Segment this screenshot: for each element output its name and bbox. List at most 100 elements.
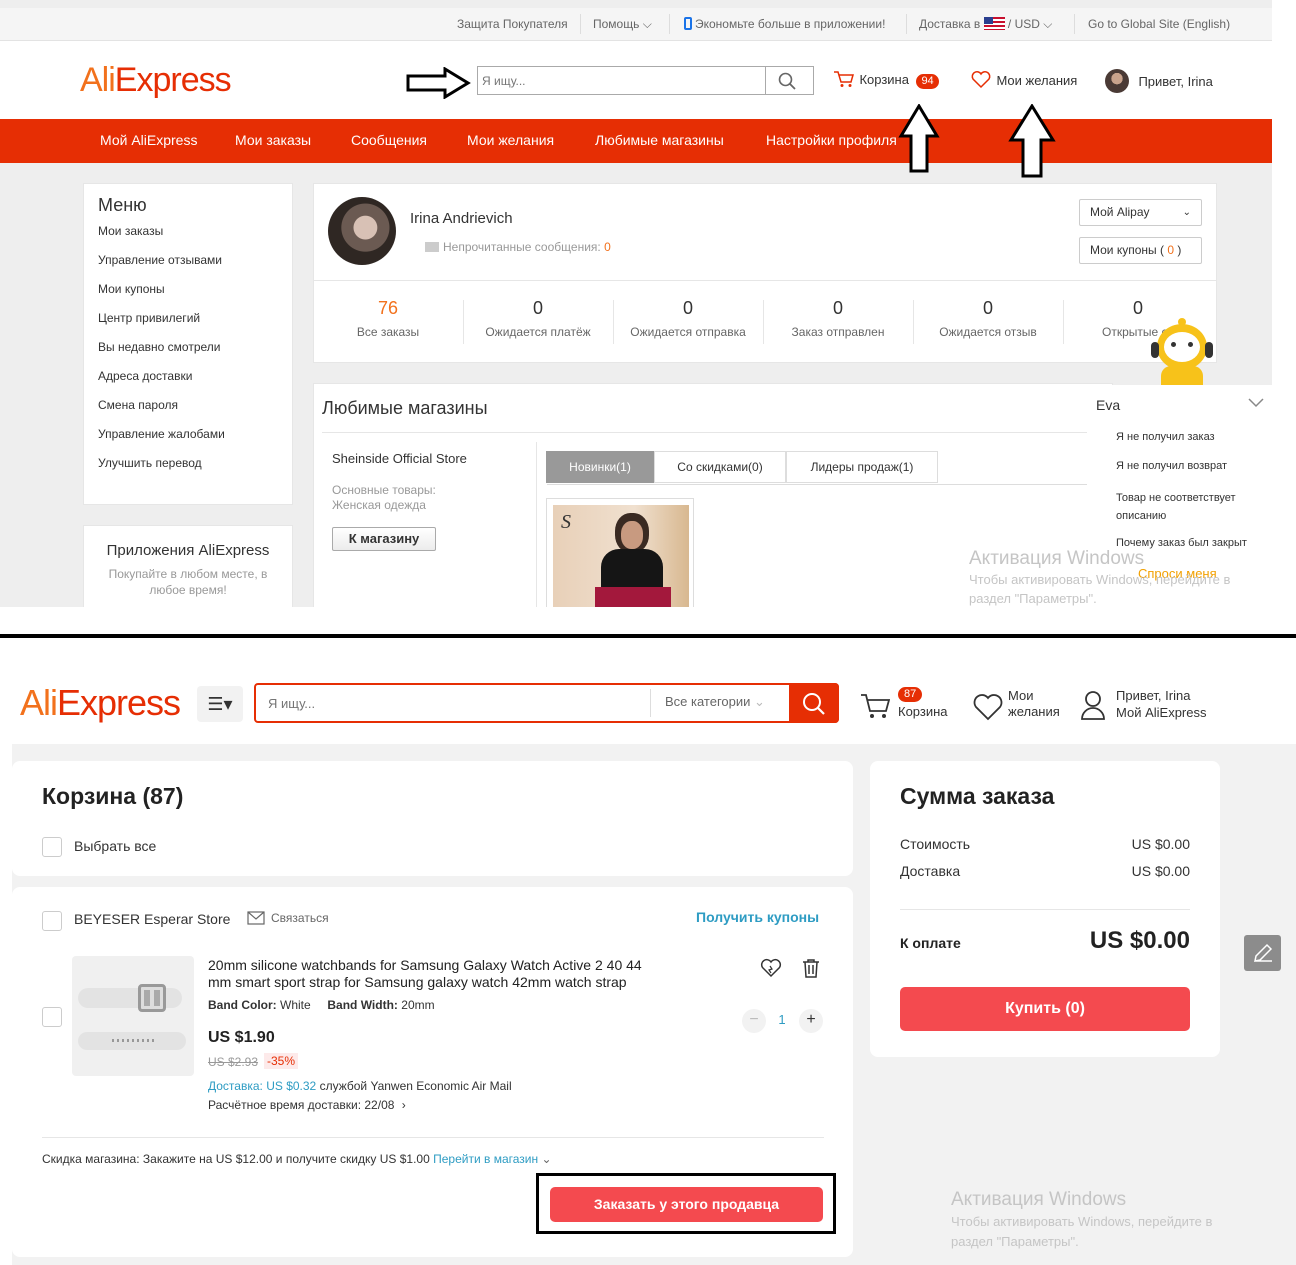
bottom-screenshot: AliExpress ☰▾ Все категории ⌄ 87 Корзина…: [0, 640, 1296, 1265]
wishlist-link[interactable]: Мои желания: [971, 688, 1066, 728]
tab-discounted[interactable]: Со скидками(0): [654, 451, 786, 483]
search-input[interactable]: [268, 693, 638, 713]
stat-shipped[interactable]: 0 Заказ отправлен: [763, 298, 913, 339]
nav-profile-settings[interactable]: Настройки профиля: [766, 132, 897, 148]
menu-title: Меню: [98, 195, 147, 215]
menu-item-translation[interactable]: Улучшить перевод: [98, 456, 202, 470]
buy-button[interactable]: Купить (0): [900, 987, 1190, 1031]
summary-title: Сумма заказа: [900, 783, 1055, 809]
store-name[interactable]: Sheinside Official Store: [332, 451, 467, 466]
apps-card[interactable]: Приложения AliExpress Покупайте в любом …: [83, 525, 293, 607]
store-cart-card: BEYESER Esperar Store Связаться Получить…: [12, 887, 853, 1257]
move-to-wishlist-heart-icon[interactable]: [760, 958, 782, 978]
tab-new-arrivals[interactable]: Новинки(1): [546, 451, 654, 483]
nav-wishlist[interactable]: Мои желания: [467, 132, 554, 148]
windows-activation-line1: Чтобы активировать Windows, перейдите в: [969, 572, 1231, 587]
search-icon[interactable]: [778, 72, 796, 90]
app-promo-link[interactable]: Экономьте больше в приложении!: [684, 17, 885, 31]
cart-icon: [834, 71, 854, 87]
wishlist-link[interactable]: Мои желания: [970, 70, 1077, 90]
help-item-no-order[interactable]: Я не получил заказ: [1116, 431, 1215, 443]
us-flag-icon: [983, 17, 1005, 30]
alipay-dropdown[interactable]: Мой Alipay ⌄: [1079, 199, 1202, 226]
go-to-store-link[interactable]: Перейти в магазин: [433, 1152, 538, 1166]
side-menu: Меню Мои заказы Управление отзывами Мои …: [83, 183, 293, 505]
menu-item-addresses[interactable]: Адреса доставки: [98, 369, 192, 383]
store-discount-text: Скидка магазина: Закажите на US $12.00 и…: [42, 1152, 552, 1166]
select-all-checkbox[interactable]: [42, 837, 62, 857]
order-from-seller-button[interactable]: Заказать у этого продавца: [550, 1187, 823, 1222]
cart-link[interactable]: 87 Корзина: [858, 686, 958, 726]
to-store-button[interactable]: К магазину: [332, 527, 436, 551]
profile-name: Irina Andrievich: [410, 210, 513, 227]
ship-to-selector[interactable]: Доставка в / USD ⌵: [919, 17, 1052, 32]
total-label: К оплате: [900, 935, 961, 951]
menu-item-password[interactable]: Смена пароля: [98, 398, 178, 412]
unread-messages[interactable]: Непрочитанные сообщения: 0: [425, 240, 611, 254]
store-checkbox[interactable]: [42, 911, 62, 931]
product-image[interactable]: [72, 956, 194, 1076]
nav-favorite-stores[interactable]: Любимые магазины: [595, 132, 724, 148]
envelope-icon: [247, 911, 265, 925]
categories-menu-icon[interactable]: ☰▾: [197, 686, 243, 722]
assistant-robot-icon[interactable]: [1151, 318, 1213, 388]
nav-my-orders[interactable]: Мои заказы: [235, 132, 311, 148]
help-link[interactable]: Помощь ⌵: [593, 17, 652, 32]
nav-messages[interactable]: Сообщения: [351, 132, 427, 148]
account-link[interactable]: Привет, Irina: [1105, 69, 1213, 93]
help-item-no-refund[interactable]: Я не получил возврат: [1116, 460, 1227, 472]
stat-all-orders[interactable]: 76 Все заказы: [313, 298, 463, 339]
my-coupons-button[interactable]: Мои купоны ( 0 ): [1079, 237, 1202, 264]
aliexpress-logo[interactable]: AliExpress: [20, 682, 181, 724]
shipping-label: Доставка: [900, 863, 961, 879]
product-title[interactable]: 20mm silicone watchbands for Samsung Gal…: [208, 957, 642, 991]
menu-item-disputes[interactable]: Управление жалобами: [98, 427, 225, 441]
windows-activation-title: Активация Windows: [951, 1189, 1127, 1210]
stat-awaiting-review[interactable]: 0 Ожидается отзыв: [913, 298, 1063, 339]
search-button[interactable]: [789, 683, 839, 723]
cart-header-card: Корзина (87) Выбрать все: [12, 761, 853, 876]
account-link[interactable]: Привет, Irina Мой AliExpress: [1080, 688, 1220, 728]
aliexpress-logo[interactable]: AliExpress: [80, 61, 232, 100]
heart-icon: [973, 694, 1003, 721]
contact-seller-link[interactable]: Связаться: [247, 911, 329, 925]
assistant-name: Eva: [1096, 397, 1121, 413]
qty-increase-button[interactable]: +: [799, 1009, 823, 1033]
global-site-link[interactable]: Go to Global Site (English): [1088, 17, 1230, 31]
buyer-protection-link[interactable]: Защита Покупателя: [457, 17, 568, 31]
stat-awaiting-shipment[interactable]: 0 Ожидается отправка: [613, 298, 763, 339]
chevron-right-icon: ›: [401, 1098, 406, 1112]
category-select[interactable]: Все категории ⌄: [665, 694, 765, 710]
chevron-down-icon: ⌵: [642, 17, 652, 31]
stat-awaiting-payment[interactable]: 0 Ожидается платёж: [463, 298, 613, 339]
product-thumbnail[interactable]: S: [546, 498, 694, 607]
menu-item-coupons[interactable]: Мои купоны: [98, 282, 165, 296]
help-item-not-as-described[interactable]: Товар не соответствует описанию: [1116, 489, 1266, 525]
heart-icon: [971, 71, 991, 89]
tab-bestsellers[interactable]: Лидеры продаж(1): [786, 451, 938, 483]
menu-item-orders[interactable]: Мои заказы: [98, 224, 163, 238]
chevron-down-icon[interactable]: [1248, 398, 1264, 408]
store-name[interactable]: BEYESER Esperar Store: [74, 911, 230, 927]
cart-link[interactable]: Корзина 94: [833, 70, 939, 89]
cart-icon: [861, 694, 890, 718]
trash-icon[interactable]: [801, 958, 821, 978]
feedback-button[interactable]: [1244, 935, 1281, 971]
top-screenshot: Защита Покупателя Помощь ⌵ Экономьте бол…: [0, 0, 1272, 607]
menu-item-reviews[interactable]: Управление отзывами: [98, 253, 222, 267]
product-options[interactable]: Band Color: White Band Width: 20mm: [208, 998, 435, 1012]
qty-value[interactable]: 1: [774, 1012, 790, 1027]
cost-value: US $0.00: [1131, 836, 1190, 852]
avatar: [1105, 69, 1129, 93]
nav-my-aliexpress[interactable]: Мой AliExpress: [100, 132, 197, 148]
qty-decrease-button[interactable]: −: [742, 1009, 766, 1033]
windows-activation-line2: раздел "Параметры".: [951, 1234, 1079, 1249]
product-checkbox[interactable]: [42, 1007, 62, 1027]
menu-item-privileges[interactable]: Центр привилегий: [98, 311, 200, 325]
get-coupons-link[interactable]: Получить купоны: [696, 909, 819, 925]
search-input[interactable]: [482, 70, 762, 91]
delivery-eta[interactable]: Расчётное время доставки: 22/08 ›: [208, 1098, 406, 1112]
menu-item-recently-viewed[interactable]: Вы недавно смотрели: [98, 340, 221, 354]
search-box: Все категории ⌄: [254, 683, 839, 723]
avatar: [328, 197, 396, 265]
